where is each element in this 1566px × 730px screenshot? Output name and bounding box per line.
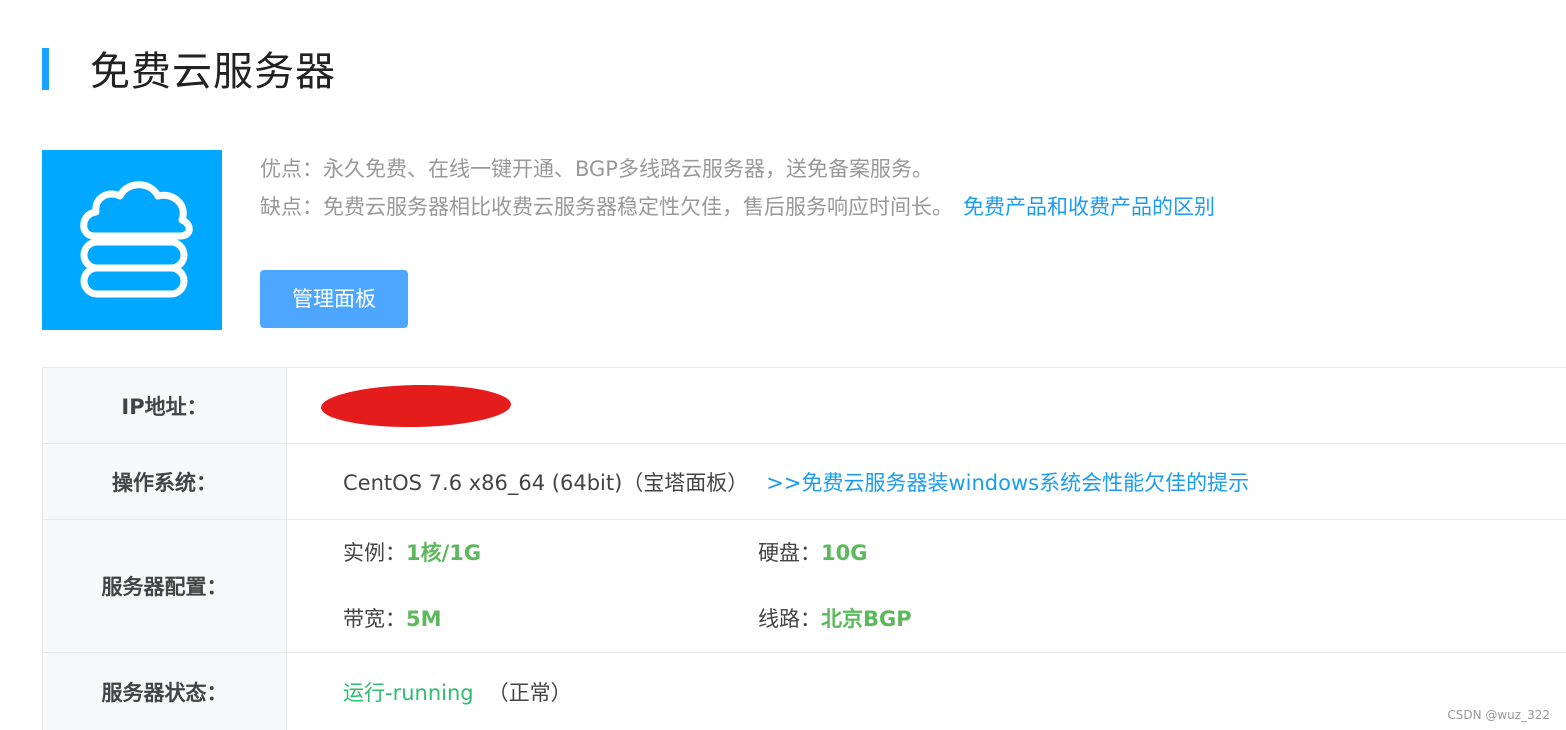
line-label: 线路：	[758, 607, 821, 631]
bandwidth-value: 5M	[406, 607, 442, 631]
instance-value: 1核/1G	[406, 541, 482, 565]
pros-text: 优点：永久免费、在线一键开通、BGP多线路云服务器，送免备案服务。	[260, 157, 933, 181]
manage-panel-button[interactable]: 管理面板	[260, 270, 408, 328]
instance-label: 实例：	[343, 541, 406, 565]
ip-value	[320, 368, 1566, 443]
bandwidth-spec: 带宽：5M	[343, 604, 442, 634]
compare-products-link[interactable]: 免费产品和收费产品的区别	[963, 195, 1215, 219]
table-row-config: 服务器配置： 实例：1核/1G 硬盘：10G 带宽：5M 线路：北京BGP	[43, 520, 1566, 653]
disk-spec: 硬盘：10G	[758, 538, 867, 568]
windows-performance-tip-link[interactable]: >>免费云服务器装windows系统会性能欠佳的提示	[766, 467, 1249, 497]
watermark: CSDN @wuz_322	[1447, 708, 1550, 722]
instance-spec: 实例：1核/1G	[343, 538, 481, 568]
line-spec: 线路：北京BGP	[758, 604, 912, 634]
table-row-status: 服务器状态： 运行-running （正常）	[43, 653, 1566, 730]
ip-label: IP地址：	[43, 368, 287, 443]
disk-label: 硬盘：	[758, 541, 821, 565]
cons-text: 缺点：免费云服务器相比收费云服务器稳定性欠佳，售后服务响应时间长。	[260, 195, 953, 219]
config-label: 服务器配置：	[43, 520, 287, 652]
title-accent-bar	[42, 48, 49, 90]
status-value-cell: 运行-running （正常）	[343, 653, 1566, 730]
line-value: 北京BGP	[821, 607, 912, 631]
table-row-ip: IP地址：	[43, 368, 1566, 444]
product-description: 优点：永久免费、在线一键开通、BGP多线路云服务器，送免备案服务。 缺点：免费云…	[260, 150, 1550, 226]
status-value: 运行-running	[343, 681, 474, 705]
os-label: 操作系统：	[43, 444, 287, 519]
product-icon-tile	[42, 150, 222, 330]
disk-value: 10G	[821, 541, 868, 565]
status-note: （正常）	[487, 681, 572, 705]
bandwidth-label: 带宽：	[343, 607, 406, 631]
cloud-server-icon	[80, 181, 193, 298]
page: 免费云服务器 优点：永久免费、在线一键开通、BGP多线路云服务器，送免备案服务。…	[0, 0, 1566, 730]
os-value-cell: CentOS 7.6 x86_64 (64bit)（宝塔面板） >>免费云服务器…	[343, 444, 1566, 519]
table-row-os: 操作系统： CentOS 7.6 x86_64 (64bit)（宝塔面板） >>…	[43, 444, 1566, 520]
os-value: CentOS 7.6 x86_64 (64bit)（宝塔面板）	[343, 470, 749, 495]
page-title: 免费云服务器	[90, 49, 336, 95]
redacted-ip-mark	[320, 382, 512, 429]
status-label: 服务器状态：	[43, 653, 287, 730]
server-spec-table: IP地址： 操作系统： CentOS 7.6 x86_64 (64bit)（宝塔…	[42, 367, 1566, 730]
cons-line: 缺点：免费云服务器相比收费云服务器稳定性欠佳，售后服务响应时间长。 免费产品和收费…	[260, 188, 1550, 226]
